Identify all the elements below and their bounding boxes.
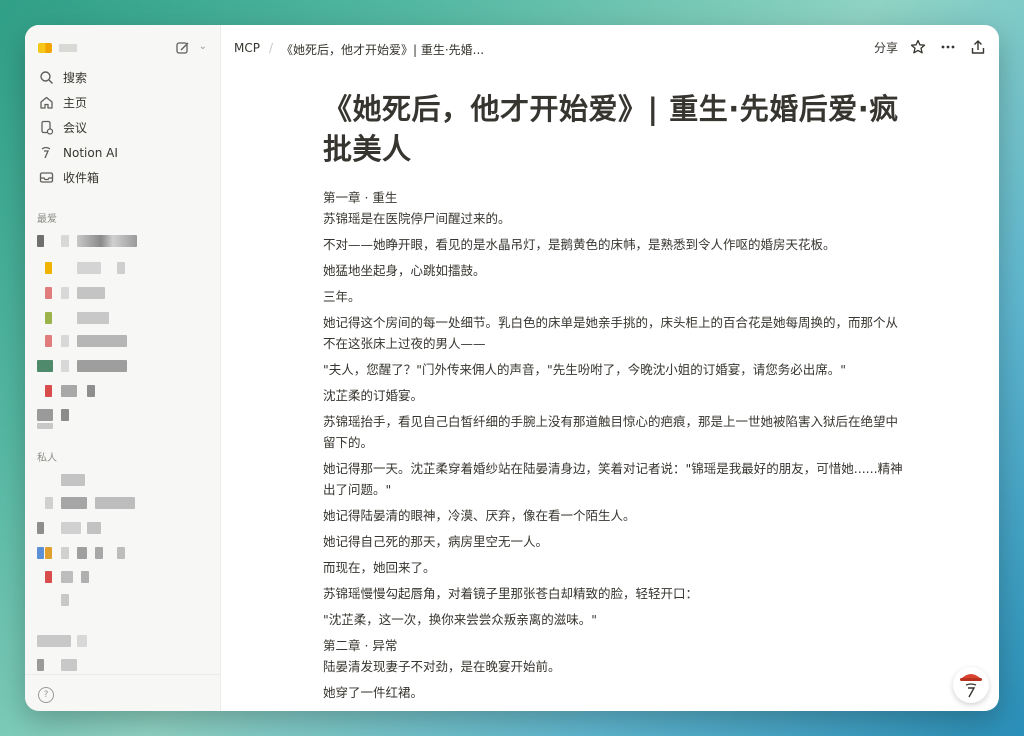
favorite-item-redacted[interactable] — [35, 262, 215, 274]
inbox-icon — [37, 169, 55, 187]
search-icon — [37, 69, 55, 87]
breadcrumb-page[interactable]: 《她死后，他才开始爱》| 重生·先婚... — [281, 41, 484, 58]
notion-ai-assistant-icon[interactable] — [953, 667, 989, 703]
favorite-item-redacted[interactable] — [35, 385, 215, 397]
sidebar-item-search[interactable]: 搜索 — [33, 65, 213, 90]
breadcrumb-root[interactable]: MCP — [234, 41, 260, 55]
page-content: 《她死后，他才开始爱》| 重生·先婚后爱·疯批美人 第一章 · 重生 苏锦瑶是在… — [323, 89, 903, 708]
star-icon[interactable] — [908, 37, 928, 57]
sidebar-footer-divider — [25, 674, 220, 675]
sidebar-item-meetings[interactable]: 会议 — [33, 115, 213, 140]
favorites-section-label: 最爱 — [37, 214, 57, 225]
private-item-redacted[interactable] — [35, 659, 215, 671]
paragraph[interactable]: 沈芷柔的订婚宴。 — [323, 385, 903, 406]
notion-ai-icon — [37, 144, 55, 162]
paragraph[interactable]: 三年。 — [323, 286, 903, 307]
share-button[interactable]: 分享 — [874, 39, 898, 56]
private-item-redacted[interactable] — [35, 522, 215, 534]
sidebar-item-label: 收件箱 — [63, 171, 100, 185]
chevron-down-icon[interactable]: ⌄ — [199, 41, 207, 52]
paragraph[interactable]: 不对——她睁开眼，看见的是水晶吊灯，是鹅黄色的床帏，是熟悉到令人作呕的婚房天花板… — [323, 234, 903, 255]
paragraph[interactable]: 她猛地坐起身，心跳如擂鼓。 — [323, 260, 903, 281]
sidebar-item-label: Notion AI — [63, 145, 118, 160]
home-icon — [37, 94, 55, 112]
favorite-item-redacted[interactable] — [35, 335, 215, 347]
topbar: MCP / 《她死后，他才开始爱》| 重生·先婚... 分享 — [221, 25, 999, 71]
paragraph[interactable]: "沈芷柔，这一次，换你来尝尝众叛亲离的滋味。" — [323, 609, 903, 630]
favorite-item-redacted[interactable] — [35, 287, 215, 299]
favorite-item-redacted[interactable] — [35, 235, 215, 247]
private-section-label: 私人 — [37, 453, 57, 464]
paragraph[interactable]: 苏锦瑶抬手，看见自己白皙纤细的手腕上没有那道触目惊心的疤痕，那是上一世她被陷害入… — [323, 411, 903, 453]
paragraph[interactable]: 苏锦瑶是在医院停尸间醒过来的。 — [323, 208, 903, 229]
app-window: ⌄ 搜索 主页 会议 Notion AI 收件箱 最爱 私人 ? MCP / 《… — [25, 25, 999, 711]
paragraph[interactable]: 她记得自己死的那天，病房里空无一人。 — [323, 531, 903, 552]
sidebar-item-inbox[interactable]: 收件箱 — [33, 165, 213, 190]
sidebar: ⌄ 搜索 主页 会议 Notion AI 收件箱 最爱 私人 ? — [25, 25, 221, 711]
breadcrumb-separator: / — [269, 41, 274, 55]
private-item-redacted[interactable] — [35, 571, 215, 583]
workspace-switcher[interactable]: ⌄ — [37, 39, 211, 59]
sidebar-item-label: 会议 — [63, 121, 88, 135]
favorite-item-redacted[interactable] — [35, 409, 215, 429]
sidebar-item-label: 主页 — [63, 96, 88, 110]
paragraph[interactable]: "夫人，您醒了？"门外传来佣人的声音，"先生吩咐了，今晚沈小姐的订婚宴，请您务必… — [323, 359, 903, 380]
private-item-redacted[interactable] — [35, 547, 215, 559]
sidebar-item-home[interactable]: 主页 — [33, 90, 213, 115]
paragraph[interactable]: 苏锦瑶慢慢勾起唇角，对着镜子里那张苍白却精致的脸，轻轻开口： — [323, 583, 903, 604]
new-page-icon[interactable] — [175, 40, 191, 56]
paragraph[interactable]: 她记得那一天。沈芷柔穿着婚纱站在陆晏清身边，笑着对记者说："锦瑶是我最好的朋友，… — [323, 458, 903, 500]
sidebar-item-notion-ai[interactable]: Notion AI — [33, 140, 213, 165]
favorite-item-redacted[interactable] — [35, 360, 215, 372]
chapter-heading[interactable]: 第二章 · 异常 — [323, 635, 903, 656]
private-item-redacted[interactable] — [35, 474, 215, 486]
paragraph[interactable]: 而现在，她回来了。 — [323, 557, 903, 578]
workspace-logo-icon — [38, 43, 52, 53]
export-icon[interactable] — [968, 37, 988, 57]
meeting-icon — [37, 119, 55, 137]
paragraph[interactable]: 她记得这个房间的每一处细节。乳白色的床单是她亲手挑的，床头柜上的百合花是她每周换… — [323, 312, 903, 354]
workspace-name-redacted — [59, 44, 77, 52]
paragraph[interactable]: 陆晏清发现妻子不对劲，是在晚宴开始前。 — [323, 656, 903, 677]
page-title[interactable]: 《她死后，他才开始爱》| 重生·先婚后爱·疯批美人 — [323, 89, 903, 169]
private-item-redacted[interactable] — [35, 594, 215, 606]
sidebar-nav: 搜索 主页 会议 Notion AI 收件箱 — [33, 65, 213, 190]
more-options-icon[interactable] — [938, 37, 958, 57]
sidebar-item-label: 搜索 — [63, 71, 88, 85]
favorite-item-redacted[interactable] — [35, 312, 215, 324]
paragraph[interactable]: 她记得陆晏清的眼神，冷漠、厌弃，像在看一个陌生人。 — [323, 505, 903, 526]
chapter-heading[interactable]: 第一章 · 重生 — [323, 187, 903, 208]
private-item-redacted[interactable] — [35, 635, 215, 647]
paragraph[interactable]: 她穿了一件红裙。 — [323, 682, 903, 703]
help-icon[interactable]: ? — [38, 687, 54, 703]
private-item-redacted[interactable] — [35, 497, 215, 509]
